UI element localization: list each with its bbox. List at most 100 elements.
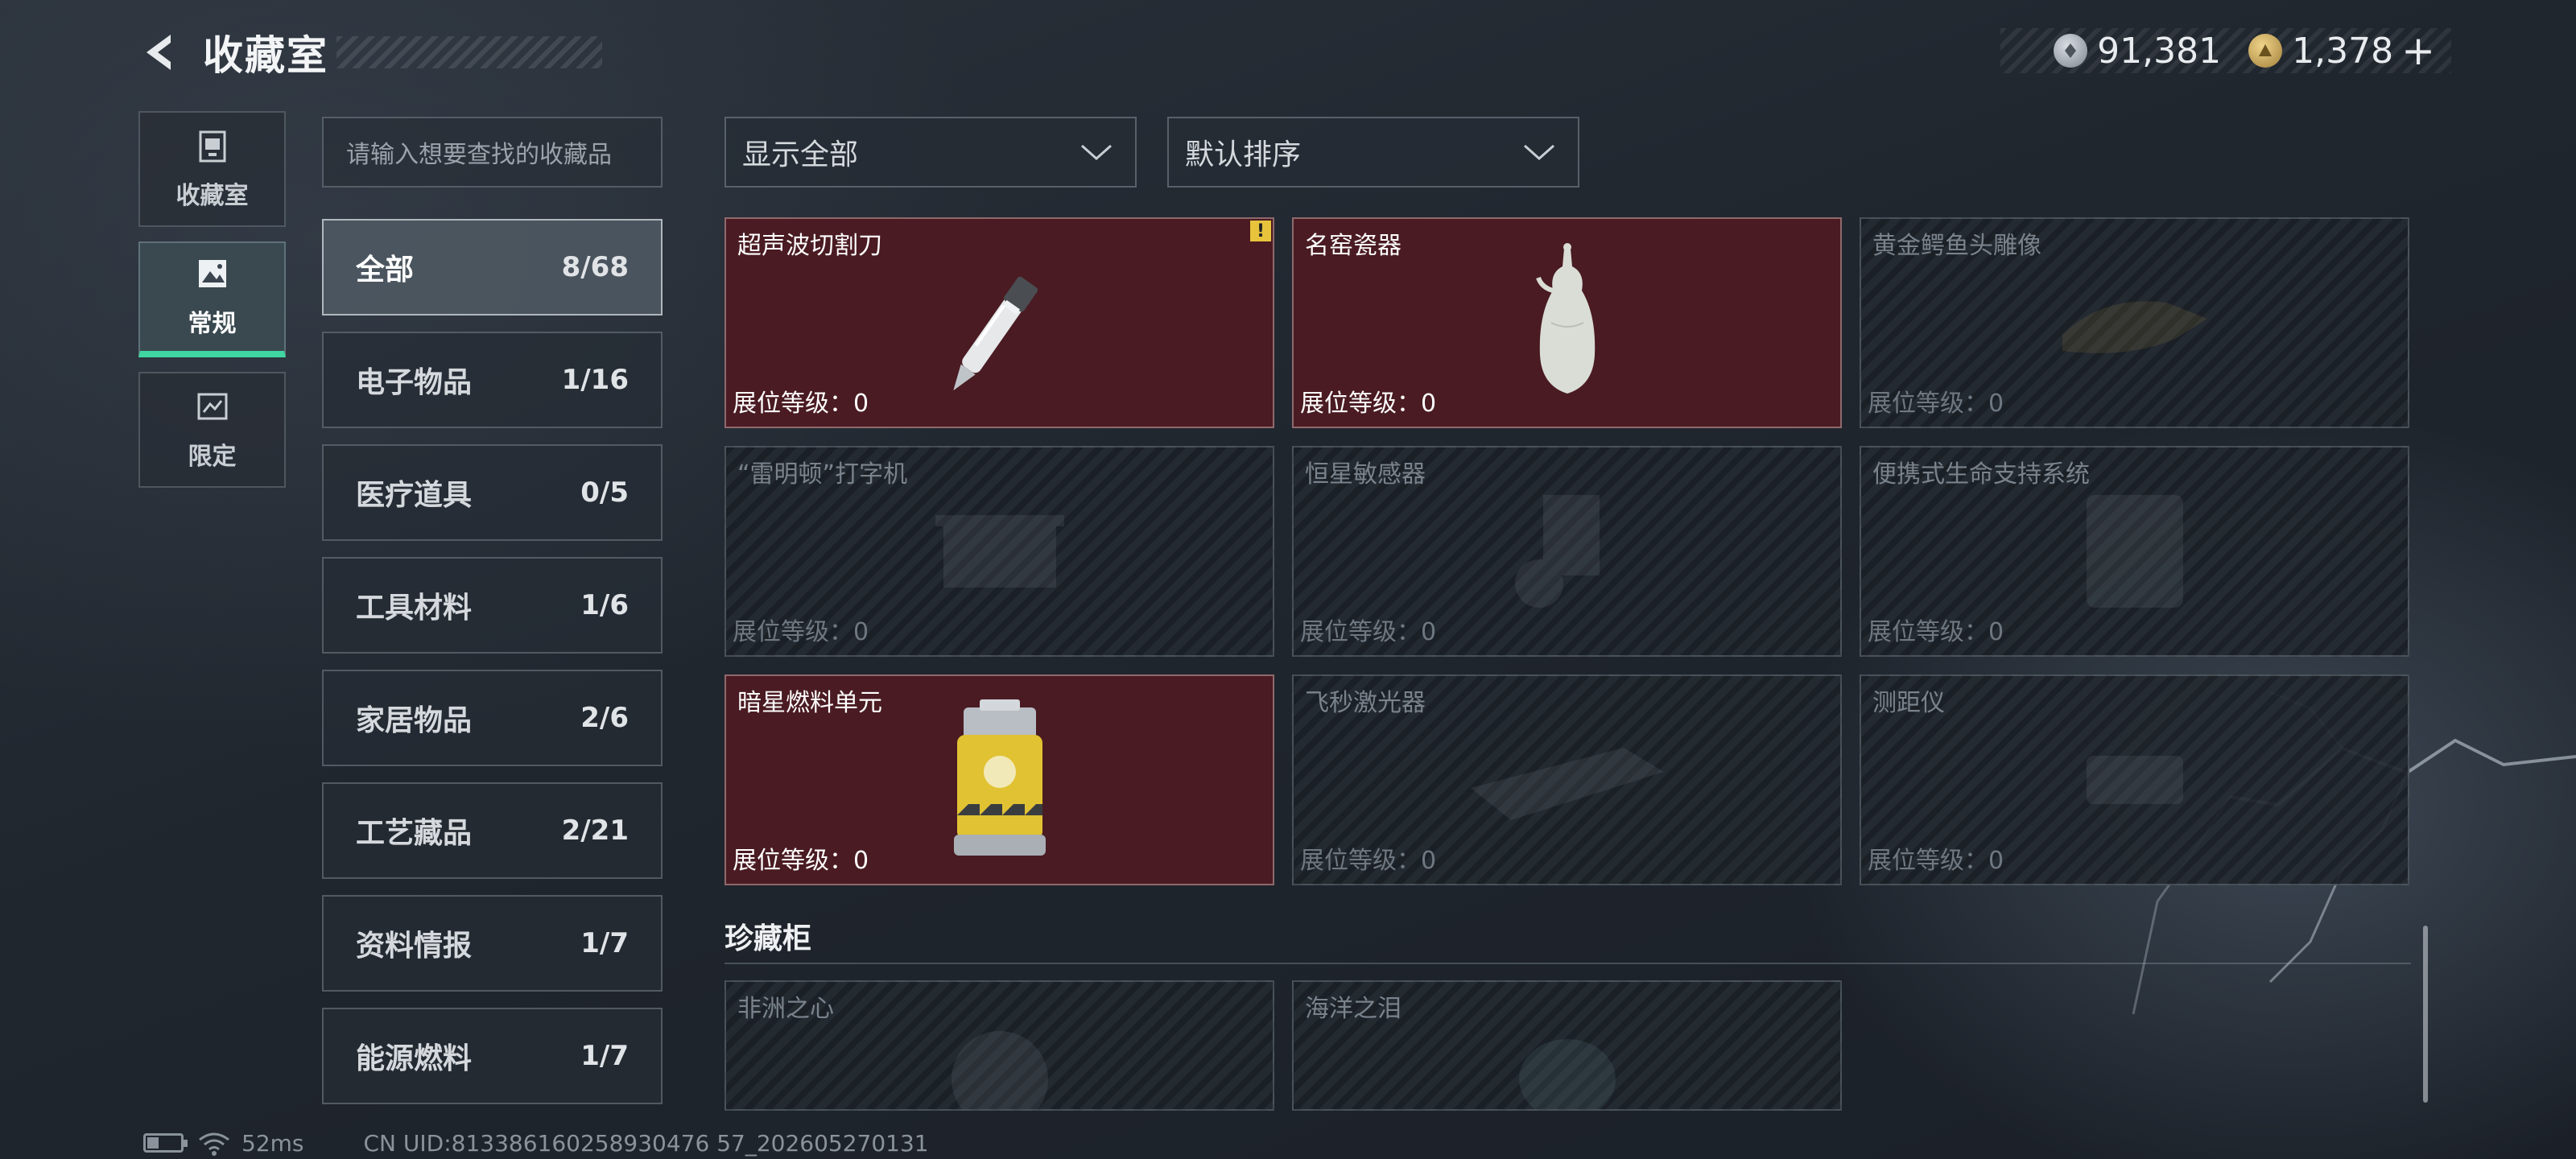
category-list: 全部 8/68 电子物品 1/16 医疗道具 0/5 工具材料 1/6 家居物品… xyxy=(322,219,663,1120)
vault-icon xyxy=(194,127,231,164)
item-name: 非洲之心 xyxy=(737,995,834,1023)
sort-label: 默认排序 xyxy=(1185,138,1302,171)
life-support-icon xyxy=(2086,495,2183,608)
treasure-card[interactable]: 非洲之心 xyxy=(724,980,1274,1111)
page-header: 收藏室 xyxy=(137,24,602,80)
item-level: 展位等级：0 xyxy=(733,618,869,646)
category-count: 8/68 xyxy=(561,251,629,283)
status-bar: 52ms CN UID:813386160258930476 57_202605… xyxy=(143,1129,929,1157)
category-intel[interactable]: 资料情报 1/7 xyxy=(322,895,663,992)
search-input[interactable]: 请输入想要查找的收藏品 xyxy=(322,117,663,188)
item-name: 便携式生命支持系统 xyxy=(1872,460,2090,489)
category-name: 工具材料 xyxy=(356,592,473,625)
category-electronics[interactable]: 电子物品 1/16 xyxy=(322,332,663,428)
item-level: 展位等级：0 xyxy=(1868,847,2004,875)
collection-card[interactable]: 超声波切割刀 ! 展位等级：0 xyxy=(724,217,1274,428)
category-tools[interactable]: 工具材料 1/6 xyxy=(322,557,663,654)
gold-coin-icon xyxy=(2248,34,2283,68)
wifi-icon xyxy=(199,1132,229,1156)
category-energy[interactable]: 能源燃料 1/7 xyxy=(322,1008,663,1104)
item-name: 暗星燃料单元 xyxy=(737,689,882,717)
item-name: 测距仪 xyxy=(1872,689,1945,717)
left-nav: 收藏室 常规 限定 xyxy=(138,111,286,502)
category-crafts[interactable]: 工艺藏品 2/21 xyxy=(322,782,663,879)
category-medical[interactable]: 医疗道具 0/5 xyxy=(322,444,663,541)
alert-badge: ! xyxy=(1250,221,1271,241)
gem-icon xyxy=(951,1030,1048,1109)
category-count: 0/5 xyxy=(580,476,629,509)
page-title: 收藏室 xyxy=(203,32,328,79)
display-filter-dropdown[interactable]: 显示全部 xyxy=(724,117,1137,188)
grid-scrollbar[interactable] xyxy=(2423,926,2428,1103)
star-sensor-icon xyxy=(1514,495,1600,608)
item-level: 展位等级：0 xyxy=(733,390,869,418)
collection-card[interactable]: 便携式生命支持系统 展位等级：0 xyxy=(1860,446,2409,657)
add-currency-button[interactable]: + xyxy=(2401,27,2435,74)
silver-amount: 91,381 xyxy=(2097,30,2222,72)
category-count: 1/7 xyxy=(580,927,629,959)
chevron-down-icon xyxy=(1524,144,1554,161)
porcelain-vase-icon xyxy=(1535,243,1595,394)
collection-card[interactable]: 测距仪 展位等级：0 xyxy=(1860,674,2409,885)
nav-vault[interactable]: 收藏室 xyxy=(138,111,286,227)
category-count: 1/6 xyxy=(580,589,629,621)
item-name: 恒星敏感器 xyxy=(1305,460,1426,489)
category-count: 1/7 xyxy=(580,1040,629,1072)
nav-limited-label: 限定 xyxy=(188,443,237,471)
item-level: 展位等级：0 xyxy=(733,847,869,875)
treasure-section-title: 珍藏柜 xyxy=(724,922,812,955)
item-level: 展位等级：0 xyxy=(1868,390,2004,418)
ping-value: 52ms xyxy=(242,1129,304,1157)
rangefinder-icon xyxy=(2086,756,2183,804)
category-count: 2/21 xyxy=(561,815,629,847)
nav-vault-label: 收藏室 xyxy=(175,182,249,210)
display-filter-label: 显示全部 xyxy=(742,138,859,171)
collection-card[interactable]: 暗星燃料单元 展位等级：0 xyxy=(724,674,1274,885)
category-name: 能源燃料 xyxy=(356,1042,473,1075)
item-level: 展位等级：0 xyxy=(1300,847,1437,875)
fuel-cell-icon xyxy=(953,699,1046,856)
category-name: 电子物品 xyxy=(356,366,473,399)
section-divider xyxy=(724,963,2411,964)
nav-regular[interactable]: 常规 xyxy=(138,241,286,357)
item-name: “雷明顿”打字机 xyxy=(737,460,908,489)
collection-card[interactable]: “雷明顿”打字机 展位等级：0 xyxy=(724,446,1274,657)
category-name: 医疗道具 xyxy=(356,479,473,512)
category-count: 2/6 xyxy=(580,702,629,734)
silver-coin-icon xyxy=(2054,34,2088,68)
landscape-icon xyxy=(194,255,231,292)
collection-card[interactable]: 黄金鳄鱼头雕像 展位等级：0 xyxy=(1860,217,2409,428)
collection-card[interactable]: 恒星敏感器 展位等级：0 xyxy=(1292,446,1842,657)
category-all[interactable]: 全部 8/68 xyxy=(322,219,663,316)
user-uid: CN UID:813386160258930476 57_20260527013… xyxy=(363,1129,929,1157)
ultrasonic-knife-icon xyxy=(952,276,1038,391)
category-home[interactable]: 家居物品 2/6 xyxy=(322,670,663,766)
title-decoration xyxy=(336,36,602,68)
collection-card[interactable]: 名窑瓷器 展位等级：0 xyxy=(1292,217,1842,428)
item-level: 展位等级：0 xyxy=(1300,390,1437,418)
item-level: 展位等级：0 xyxy=(1300,618,1437,646)
gold-amount: 1,378 xyxy=(2292,30,2394,72)
category-name: 全部 xyxy=(356,254,415,287)
typewriter-icon xyxy=(935,515,1064,588)
item-name: 名窑瓷器 xyxy=(1305,232,1402,260)
currency-bar: 91,381 1,378 + xyxy=(2000,27,2451,74)
sort-dropdown[interactable]: 默认排序 xyxy=(1167,117,1579,188)
nav-regular-label: 常规 xyxy=(188,310,237,338)
category-count: 1/16 xyxy=(561,364,629,396)
laser-icon xyxy=(1470,748,1664,820)
collection-card[interactable]: 飞秒激光器 展位等级：0 xyxy=(1292,674,1842,885)
item-level: 展位等级：0 xyxy=(1868,618,2004,646)
battery-icon xyxy=(143,1133,188,1153)
nav-limited[interactable]: 限定 xyxy=(138,372,286,488)
limited-icon xyxy=(194,388,231,425)
item-name: 海洋之泪 xyxy=(1305,995,1402,1023)
item-name: 飞秒激光器 xyxy=(1305,689,1426,717)
treasure-card[interactable]: 海洋之泪 xyxy=(1292,980,1842,1111)
item-name: 黄金鳄鱼头雕像 xyxy=(1872,232,2041,260)
category-name: 家居物品 xyxy=(356,704,473,737)
item-name: 超声波切割刀 xyxy=(737,232,882,260)
chevron-down-icon xyxy=(1081,144,1112,161)
category-name: 资料情报 xyxy=(356,930,473,963)
back-button[interactable] xyxy=(137,28,185,76)
